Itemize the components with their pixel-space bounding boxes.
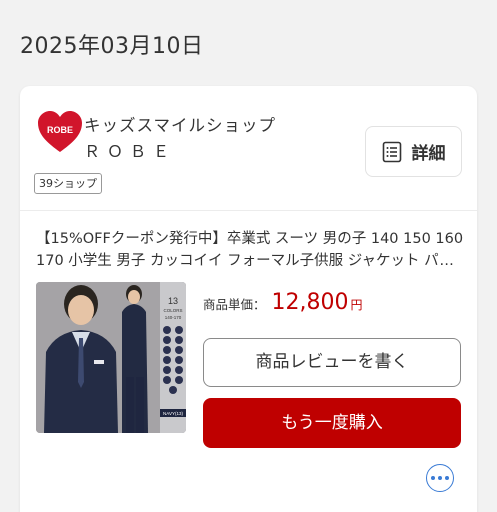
document-list-icon xyxy=(382,141,401,162)
price-label: 商品単価： xyxy=(203,297,266,312)
price-unit: 円 xyxy=(350,298,363,312)
dot xyxy=(431,476,435,480)
price-value: 12,800 xyxy=(271,290,349,315)
heart-logo-icon: ROBE xyxy=(38,111,82,152)
image-color-tag: NAVY(13) xyxy=(163,411,183,416)
image-color-count: 13 xyxy=(168,296,178,306)
write-review-button[interactable]: 商品レビューを書く xyxy=(203,338,461,387)
image-color-label: COLORS xyxy=(163,308,182,313)
detail-button-label: 詳細 xyxy=(411,144,446,164)
order-card: ROBE キッズスマイルショップ ＲＯＢＥ 39ショップ 詳細 【15%OFFク… xyxy=(20,86,477,512)
shop-logo[interactable]: ROBE xyxy=(36,108,84,156)
logo-text: ROBE xyxy=(47,125,73,135)
shop-name[interactable]: キッズスマイルショップ xyxy=(84,112,276,136)
dot xyxy=(445,476,449,480)
shop-badge: 39ショップ xyxy=(34,173,102,194)
product-image[interactable]: 13 COLORS 140-170 NAVY(13) xyxy=(36,282,186,433)
buy-again-button[interactable]: もう一度購入 xyxy=(203,398,461,448)
dot xyxy=(438,476,442,480)
shop-name-sub[interactable]: ＲＯＢＥ xyxy=(84,138,176,162)
order-date: 2025年03月10日 xyxy=(20,34,204,59)
more-dots-icon[interactable] xyxy=(426,464,454,492)
price-row: 商品単価： 12,800 円 xyxy=(203,290,363,315)
product-title[interactable]: 【15%OFFクーポン発行中】卒業式 スーツ 男の子 140 150 160 1… xyxy=(36,228,466,272)
image-size-range: 140-170 xyxy=(165,315,182,320)
divider xyxy=(20,210,477,211)
detail-button[interactable]: 詳細 xyxy=(365,126,462,177)
product-photo: 13 COLORS 140-170 NAVY(13) xyxy=(36,282,186,433)
